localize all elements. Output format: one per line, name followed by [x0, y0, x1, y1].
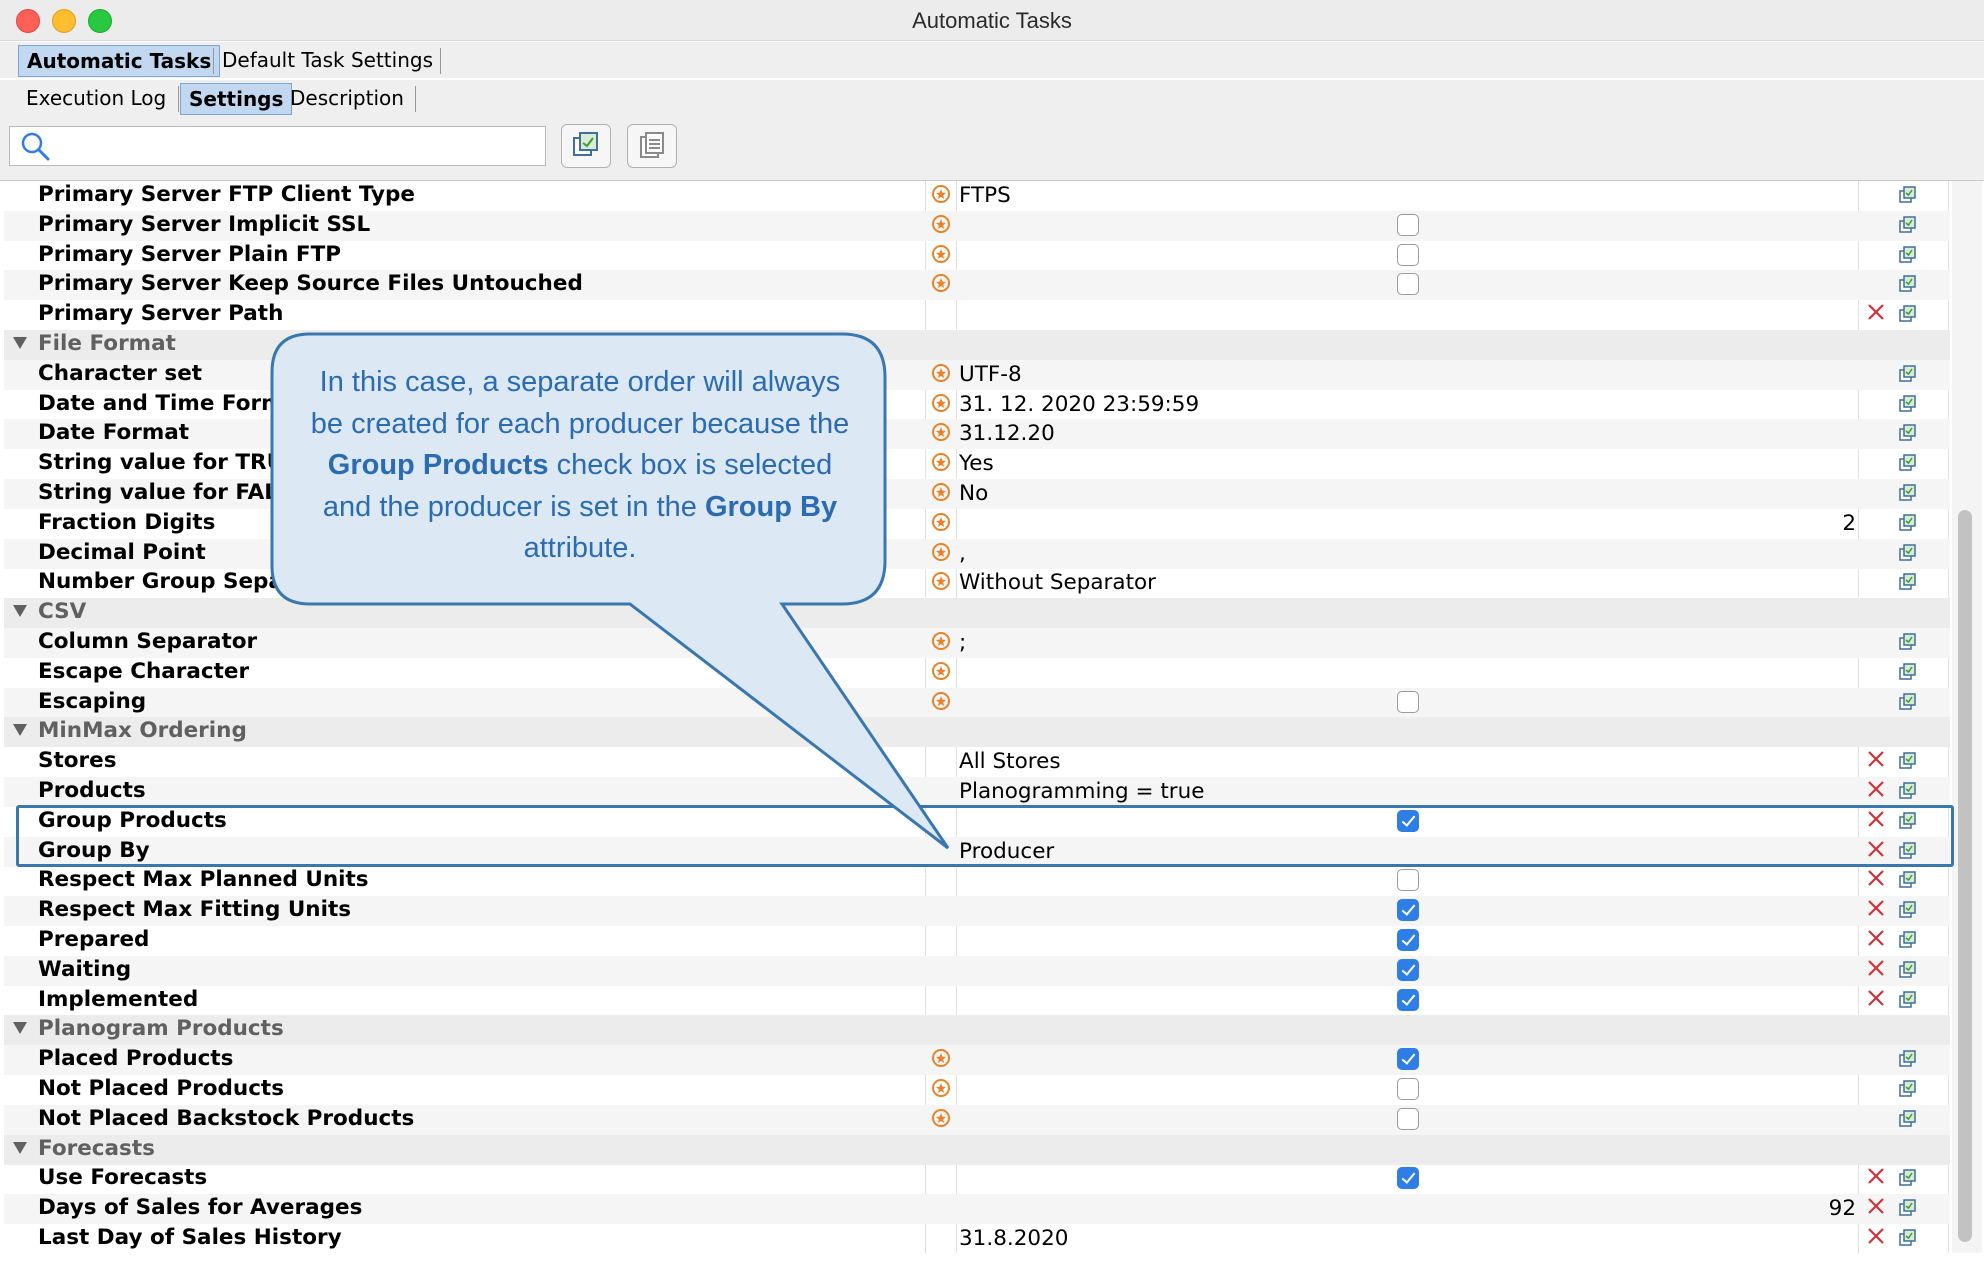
callout-balloon	[270, 332, 950, 850]
callout-text: In this case, a separate order will alwa…	[310, 366, 850, 564]
